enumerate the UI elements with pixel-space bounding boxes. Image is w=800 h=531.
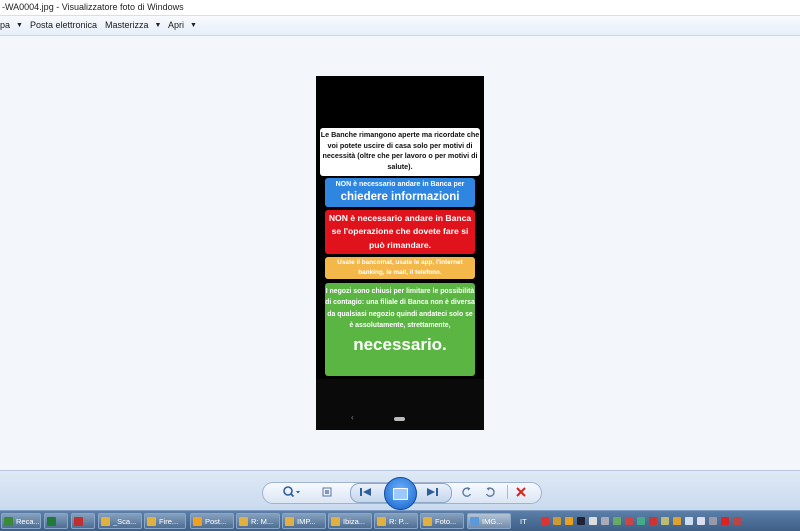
- app-icon: [74, 516, 83, 526]
- tray-app-icon[interactable]: [660, 517, 669, 525]
- white-notice-card: Le Banche rimangono aperte ma ricordate …: [320, 128, 480, 176]
- title-bar: -WA0004.jpg - Visualizzatore foto di Win…: [0, 0, 800, 16]
- taskbar-item[interactable]: R: M...: [236, 513, 280, 529]
- folder-icon: [101, 516, 110, 526]
- taskbar-item[interactable]: IMP...: [282, 513, 326, 529]
- chevron-down-icon: ▼: [16, 22, 23, 29]
- menu-bar: pa ▼ Posta elettronica Masterizza ▼ Apri…: [0, 16, 800, 36]
- green-card-text: I negozi sono chiusi per limitare le pos…: [325, 288, 475, 330]
- mail-icon: [331, 516, 340, 526]
- taskbar-item[interactable]: _Sca...: [98, 513, 142, 529]
- chevron-down-icon: ▼: [154, 22, 162, 29]
- taskbar-item-label: _Sca...: [113, 516, 137, 526]
- mail-icon: [423, 516, 432, 526]
- green-card-big-text: necessario.: [353, 334, 447, 354]
- tray-app-icon[interactable]: [732, 517, 741, 525]
- rotate-left-icon[interactable]: [460, 485, 474, 499]
- bluetooth-icon[interactable]: [576, 517, 585, 525]
- taskbar-item-label: Foto...: [435, 516, 457, 526]
- menu-file[interactable]: pa ▼: [0, 16, 23, 35]
- slideshow-screen: [393, 487, 408, 500]
- chevron-down-icon: ▼: [190, 22, 197, 29]
- tray-app-icon[interactable]: [648, 517, 657, 525]
- volume-icon[interactable]: [696, 517, 705, 525]
- photo-viewer-icon: [470, 516, 479, 526]
- taskbar-item[interactable]: Ibiza...: [328, 513, 372, 529]
- photo-viewer-area: Le Banche rimangono aperte ma ricordate …: [0, 36, 800, 470]
- excel-icon: [47, 516, 56, 526]
- menu-email[interactable]: Posta elettronica: [30, 16, 97, 35]
- phone-navigation-bar: ‹: [316, 379, 484, 430]
- taskbar-item-label: Ibiza...: [343, 516, 366, 526]
- taskbar-item-excel[interactable]: [44, 513, 68, 529]
- green-notice-card: I negozi sono chiusi per limitare le pos…: [325, 283, 475, 376]
- taskbar-item-app[interactable]: [71, 513, 95, 529]
- controls-separator: [507, 485, 508, 499]
- back-arrow-icon: ‹: [351, 413, 354, 422]
- taskbar-item[interactable]: R: P...: [374, 513, 418, 529]
- language-indicator[interactable]: IT: [520, 517, 527, 526]
- viewer-controls: [0, 470, 800, 511]
- menu-open-label: Apri: [168, 20, 185, 30]
- previous-icon[interactable]: [358, 485, 374, 499]
- network-icon[interactable]: [672, 517, 681, 525]
- folder-icon: [147, 516, 156, 526]
- taskbar-item[interactable]: Post...: [190, 513, 234, 529]
- rotate-right-icon[interactable]: [483, 485, 497, 499]
- outlook-icon: [193, 516, 202, 526]
- menu-burn-label: Masterizza: [105, 20, 149, 30]
- tray-app-icon[interactable]: [588, 517, 597, 525]
- yellow-notice-card: Usate il bancomat, usate le app, l'inter…: [325, 257, 475, 279]
- next-icon[interactable]: [424, 485, 440, 499]
- action-center-icon[interactable]: [720, 517, 729, 525]
- taskbar-item-label: IMG...: [482, 516, 503, 526]
- menu-open[interactable]: Apri ▼: [168, 16, 197, 35]
- blue-notice-card: NON è necessario andare in Banca per chi…: [325, 178, 475, 207]
- app-icon: [4, 516, 13, 526]
- actual-size-icon[interactable]: [320, 485, 334, 499]
- taskbar-item[interactable]: Fire...: [144, 513, 186, 529]
- tray-app-icon[interactable]: [540, 517, 549, 525]
- blue-card-big-text: chiedere informazioni: [340, 191, 460, 203]
- taskbar-item-label: Post...: [205, 516, 227, 526]
- blue-card-small-text: NON è necessario andare in Banca per: [335, 181, 465, 188]
- menu-email-label: Posta elettronica: [30, 20, 98, 30]
- menu-burn[interactable]: Masterizza ▼: [105, 16, 161, 35]
- taskbar-item-label: IMP...: [297, 516, 316, 526]
- tray-app-icon[interactable]: [708, 517, 717, 525]
- tray-app-icon[interactable]: [600, 517, 609, 525]
- magnifier-icon[interactable]: [280, 485, 304, 499]
- tray-app-icon[interactable]: [564, 517, 573, 525]
- window-title: -WA0004.jpg - Visualizzatore foto di Win…: [2, 2, 184, 12]
- battery-icon[interactable]: [684, 517, 693, 525]
- delete-icon[interactable]: [514, 485, 528, 499]
- system-tray: IT: [520, 513, 745, 529]
- taskbar-item-label: R: P...: [389, 516, 409, 526]
- taskbar-item[interactable]: Foto...: [420, 513, 464, 529]
- slideshow-icon[interactable]: [384, 477, 417, 510]
- taskbar-item-active[interactable]: IMG...: [467, 513, 511, 529]
- taskbar-item-label: Fire...: [159, 516, 179, 526]
- taskbar: Reca... _Sca... Fire... Post... R: M... …: [0, 510, 800, 531]
- red-notice-card: NON è necessario andare in Banca se l'op…: [325, 210, 475, 254]
- menu-file-label: pa: [0, 20, 11, 30]
- tray-app-icon[interactable]: [612, 517, 621, 525]
- mail-icon: [377, 516, 386, 526]
- tray-app-icon[interactable]: [552, 517, 561, 525]
- taskbar-item-label: R: M...: [251, 516, 274, 526]
- mail-icon: [285, 516, 294, 526]
- taskbar-item-label: Reca...: [16, 516, 40, 526]
- taskbar-item[interactable]: Reca...: [1, 513, 41, 529]
- home-pill-icon: [394, 417, 405, 421]
- displayed-photo: Le Banche rimangono aperte ma ricordate …: [316, 76, 484, 430]
- tray-app-icon[interactable]: [624, 517, 633, 525]
- mail-icon: [239, 516, 248, 526]
- tray-app-icon[interactable]: [636, 517, 645, 525]
